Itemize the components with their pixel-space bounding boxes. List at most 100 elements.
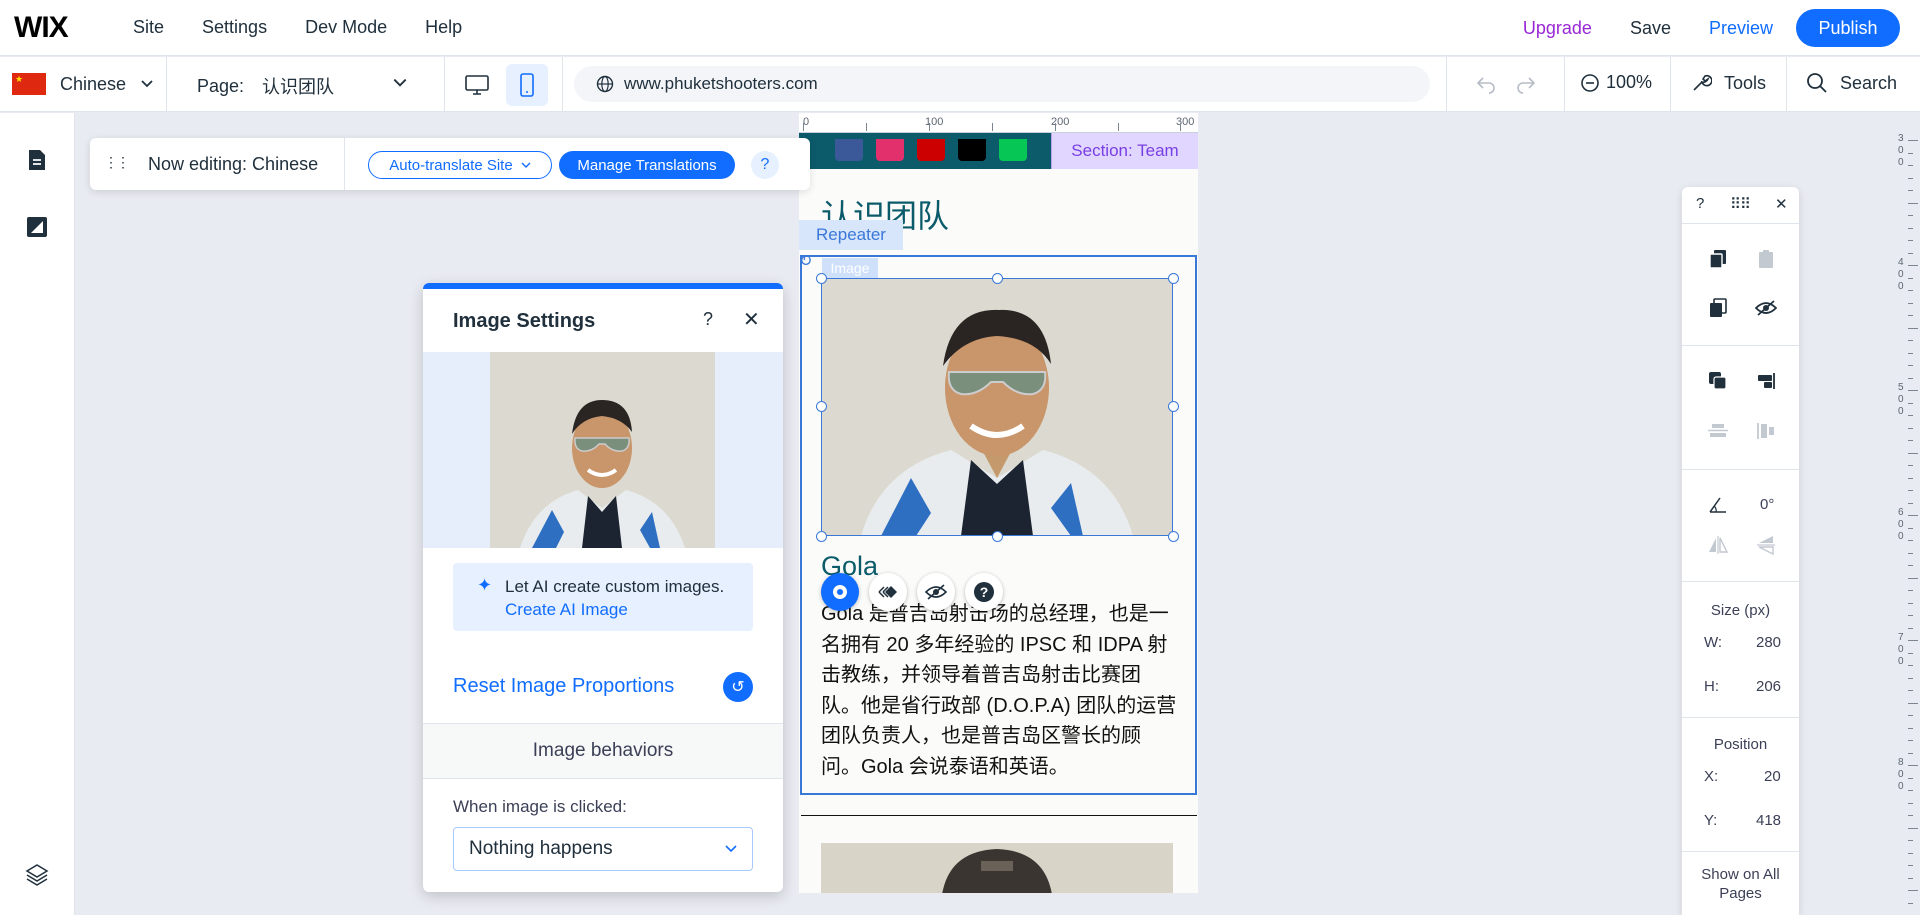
image-preview[interactable] — [490, 352, 715, 548]
ruler-label: 0 — [1898, 644, 1904, 655]
height-input[interactable]: 206 — [1756, 678, 1781, 695]
language-selector[interactable]: Chinese — [12, 73, 154, 95]
repeater-tag[interactable]: Repeater — [799, 220, 903, 250]
close-button[interactable]: ✕ — [1775, 195, 1788, 213]
member-photo[interactable] — [821, 843, 1173, 893]
page-selector[interactable]: Page: 认识团队 — [197, 73, 334, 99]
animation-button[interactable] — [869, 573, 907, 611]
ruler-tick — [1908, 190, 1913, 191]
ruler-tick — [1908, 590, 1913, 591]
drag-handle-icon[interactable]: ⋮⋮ — [104, 154, 130, 171]
tiktok-icon[interactable] — [958, 139, 986, 161]
help-button[interactable]: ? — [703, 309, 713, 330]
click-behavior-value: Nothing happens — [469, 838, 613, 859]
close-button[interactable]: ✕ — [743, 307, 760, 332]
copy-icon[interactable] — [1706, 247, 1730, 271]
align-icon[interactable] — [1754, 369, 1778, 393]
save-button[interactable]: Save — [1611, 18, 1690, 39]
ruler-label: 0 — [1898, 145, 1904, 156]
resize-handle[interactable] — [1168, 531, 1179, 542]
flip-vertical-icon[interactable] — [1754, 533, 1778, 557]
x-input[interactable]: 20 — [1764, 768, 1781, 785]
tools-button[interactable]: Tools — [1690, 72, 1766, 94]
publish-button[interactable]: Publish — [1796, 9, 1900, 47]
x-label: X: — [1704, 768, 1719, 785]
arrange-icon[interactable] — [1706, 369, 1730, 393]
width-input[interactable]: 280 — [1756, 634, 1781, 651]
site-url-bar[interactable]: www.phuketshooters.com — [574, 66, 1430, 102]
mobile-view-button[interactable] — [506, 64, 548, 106]
ruler-tick — [1908, 240, 1913, 241]
match-size-icon[interactable] — [1754, 419, 1778, 443]
resize-handle[interactable] — [816, 401, 827, 412]
design-icon[interactable] — [24, 214, 50, 240]
upgrade-link[interactable]: Upgrade — [1504, 18, 1611, 39]
instagram-icon[interactable] — [876, 139, 904, 161]
preview-button[interactable]: Preview — [1690, 18, 1792, 39]
tools-label: Tools — [1724, 72, 1767, 93]
rotation-value[interactable]: 0° — [1760, 496, 1774, 513]
search-label: Search — [1840, 72, 1898, 93]
search-button[interactable]: Search — [1806, 72, 1897, 94]
resize-handle[interactable] — [1168, 273, 1179, 284]
mobile-canvas[interactable]: Section: Team 认识团队 Repeater ↻ Image Gola… — [799, 133, 1198, 893]
duplicate-icon[interactable] — [1706, 296, 1730, 320]
help-button[interactable]: ? — [1696, 195, 1704, 212]
divider — [1682, 717, 1799, 718]
ruler-tick — [1908, 677, 1913, 679]
auto-translate-button[interactable]: Auto-translate Site — [368, 151, 552, 179]
hide-icon[interactable] — [1754, 296, 1778, 320]
resize-handle[interactable] — [992, 273, 1003, 284]
ruler-label: 0 — [1898, 406, 1904, 417]
ruler-tick — [1908, 752, 1913, 754]
help-button[interactable]: ? — [965, 573, 1003, 611]
reset-icon[interactable]: ↺ — [723, 672, 753, 702]
facebook-icon[interactable] — [835, 139, 863, 161]
create-ai-image-link[interactable]: Create AI Image — [505, 600, 628, 619]
menu-settings[interactable]: Settings — [183, 17, 286, 38]
language-label: Chinese — [60, 73, 127, 94]
youtube-icon[interactable] — [917, 139, 945, 161]
ruler-tick — [1055, 123, 1056, 131]
menu-site[interactable]: Site — [114, 17, 183, 38]
wix-logo[interactable]: WIX — [14, 11, 114, 45]
divider — [1682, 851, 1799, 852]
member-bio[interactable]: Gola 是普吉岛射击场的总经理，也是一名拥有 20 多年经验的 IPSC 和 … — [821, 599, 1179, 782]
resize-handle[interactable] — [992, 531, 1003, 542]
desktop-view-button[interactable] — [456, 64, 498, 106]
settings-button[interactable] — [821, 573, 859, 611]
resize-handle[interactable] — [1168, 401, 1179, 412]
line-icon[interactable] — [999, 139, 1027, 161]
paste-icon[interactable] — [1754, 247, 1778, 271]
section-tag[interactable]: Section: Team — [1051, 133, 1198, 169]
click-behavior-dropdown[interactable]: Nothing happens — [453, 827, 753, 871]
show-on-all-pages-button[interactable]: Show on All Pages — [1682, 865, 1799, 903]
drag-handle-icon[interactable]: ⠿⠿ — [1730, 195, 1751, 213]
reset-image-proportions-link[interactable]: Reset Image Proportions — [453, 675, 674, 698]
divider — [1682, 223, 1799, 224]
undo-icon[interactable] — [1474, 72, 1498, 96]
flip-horizontal-icon[interactable] — [1706, 533, 1730, 557]
menu-dev-mode[interactable]: Dev Mode — [286, 17, 406, 38]
rotate-icon[interactable]: ↻ — [799, 251, 817, 270]
menu-help[interactable]: Help — [406, 17, 481, 38]
layers-icon[interactable] — [24, 861, 50, 887]
ruler-tick — [1908, 277, 1913, 279]
manage-translations-button[interactable]: Manage Translations — [559, 151, 735, 179]
resize-handle[interactable] — [816, 531, 827, 542]
hide-button[interactable] — [917, 573, 955, 611]
ruler-tick — [1908, 515, 1918, 516]
redo-icon[interactable] — [1514, 72, 1538, 96]
ruler-tick — [1908, 827, 1918, 829]
ruler-tick — [1908, 477, 1913, 479]
distribute-icon[interactable] — [1706, 419, 1730, 443]
pages-icon[interactable] — [24, 147, 50, 173]
y-input[interactable]: 418 — [1756, 812, 1781, 829]
ruler-tick — [1908, 802, 1913, 804]
top-menu: Site Settings Dev Mode Help — [114, 17, 481, 38]
help-button[interactable]: ? — [751, 151, 779, 179]
ruler-tick — [1908, 302, 1913, 304]
chevron-down-icon[interactable] — [392, 75, 408, 91]
zoom-control[interactable]: 100% — [1580, 72, 1652, 93]
resize-handle[interactable] — [816, 273, 827, 284]
